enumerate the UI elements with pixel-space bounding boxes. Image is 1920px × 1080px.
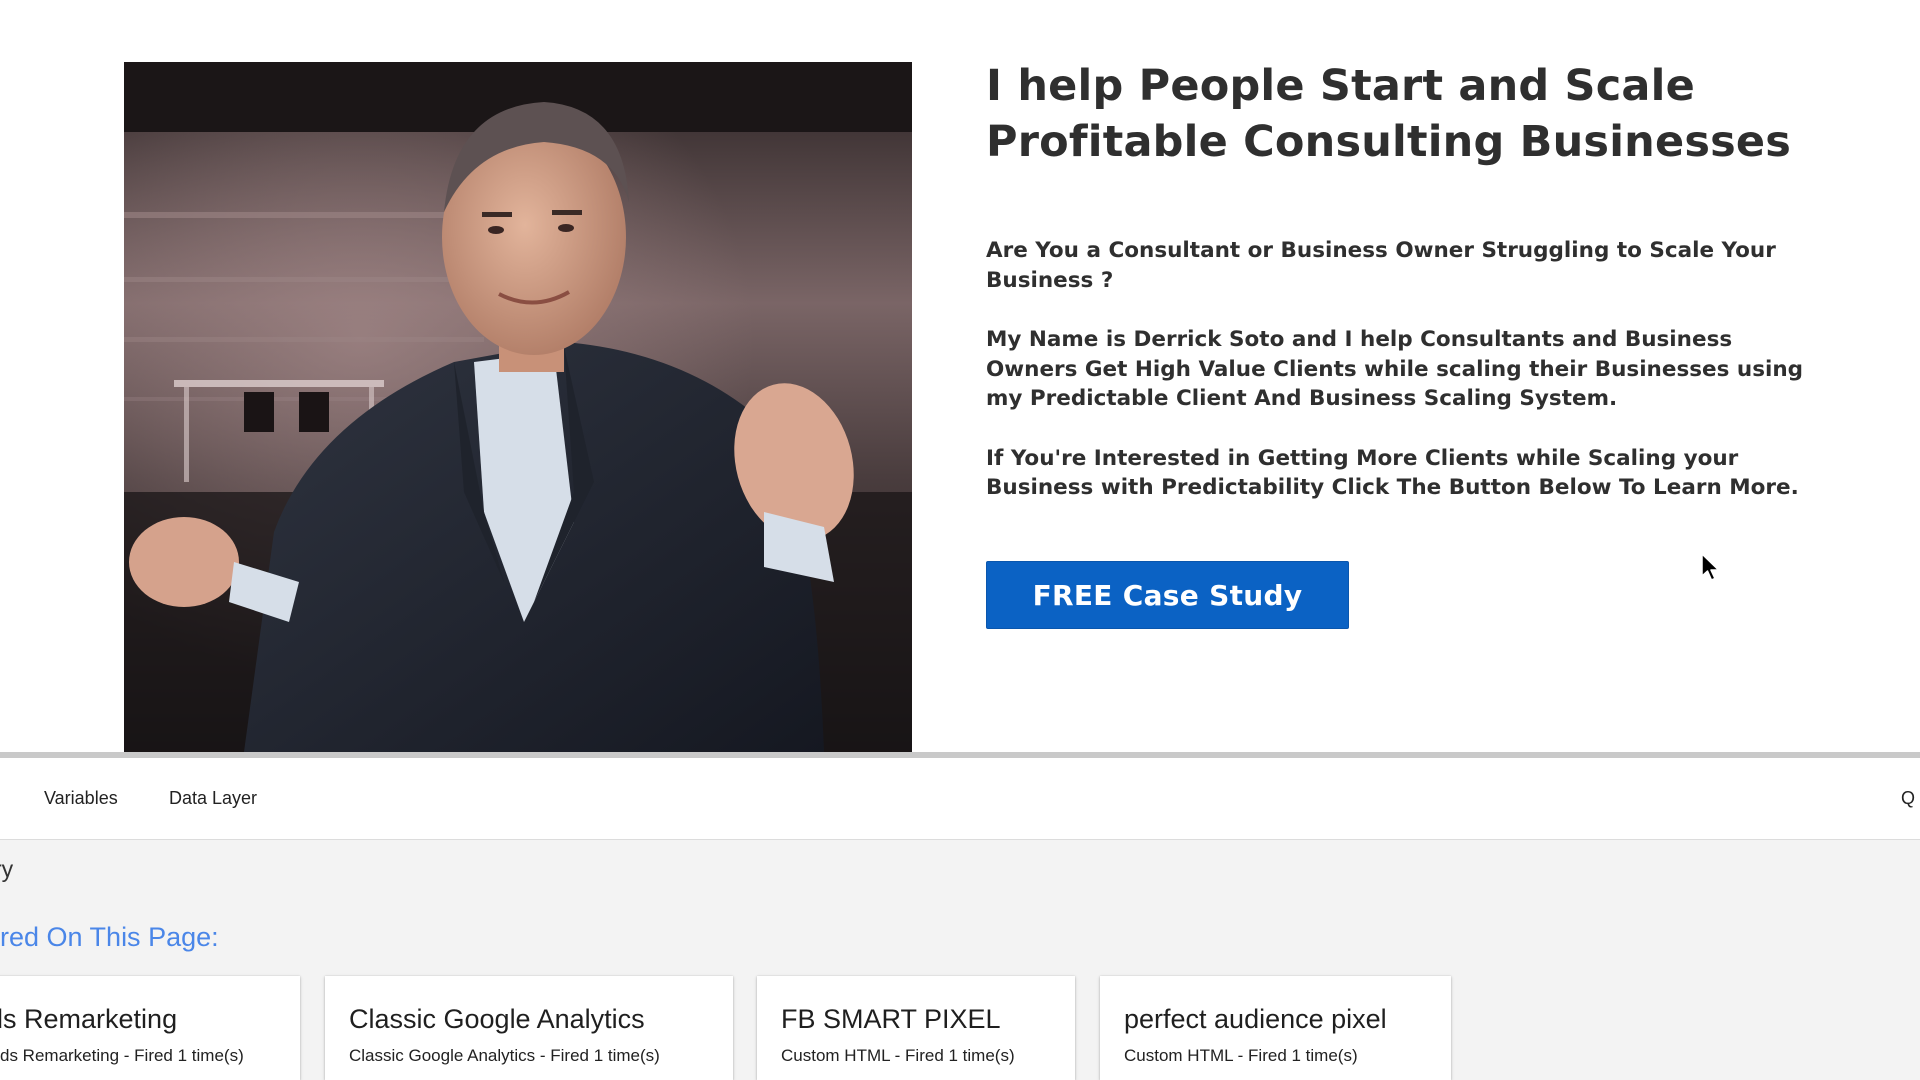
mouse-pointer-icon bbox=[1701, 553, 1720, 581]
tag-assistant-panel: Variables Data Layer Q ry ired On This P… bbox=[0, 758, 1920, 1080]
page: I help People Start and Scale Profitable… bbox=[0, 0, 1920, 1080]
question-paragraph: Are You a Consultant or Business Owner S… bbox=[986, 238, 1776, 293]
intro-paragraph: My Name is Derrick Soto and I help Consu… bbox=[986, 327, 1804, 411]
tag-name: ords Remarketing bbox=[0, 1004, 178, 1034]
tag-status: ds Remarketing - Fired 1 time(s) bbox=[0, 1046, 244, 1065]
free-case-study-button[interactable]: FREE Case Study bbox=[986, 561, 1349, 629]
tag-status: Custom HTML - Fired 1 time(s) bbox=[1124, 1046, 1358, 1065]
summary-heading: ry bbox=[0, 856, 14, 882]
tab-variables[interactable]: Variables bbox=[44, 788, 118, 809]
tag-status: Classic Google Analytics - Fired 1 time(… bbox=[349, 1046, 660, 1065]
tag-status: Custom HTML - Fired 1 time(s) bbox=[781, 1046, 1015, 1065]
headline: I help People Start and Scale Profitable… bbox=[986, 61, 1792, 167]
tag-name: perfect audience pixel bbox=[1124, 1004, 1387, 1034]
panel-tab-bar: Variables Data Layer Q bbox=[0, 758, 1920, 840]
tab-clipped-right[interactable]: Q bbox=[1901, 788, 1915, 809]
tab-data-layer[interactable]: Data Layer bbox=[169, 788, 257, 809]
tag-card[interactable]: perfect audience pixel Custom HTML - Fir… bbox=[1100, 976, 1451, 1080]
tag-card[interactable]: FB SMART PIXEL Custom HTML - Fired 1 tim… bbox=[757, 976, 1075, 1080]
tag-card[interactable]: ords Remarketing ds Remarketing - Fired … bbox=[0, 976, 300, 1080]
tags-fired-heading: ired On This Page: bbox=[0, 922, 219, 952]
hero-photo bbox=[124, 62, 912, 752]
tag-name: Classic Google Analytics bbox=[349, 1004, 645, 1034]
portrait-photo bbox=[124, 62, 912, 752]
hero-copy: I help People Start and Scale Profitable… bbox=[986, 58, 1816, 503]
tag-name: FB SMART PIXEL bbox=[781, 1004, 1001, 1034]
cta-paragraph: If You're Interested in Getting More Cli… bbox=[986, 445, 1799, 501]
tag-card[interactable]: Classic Google Analytics Classic Google … bbox=[325, 976, 733, 1080]
